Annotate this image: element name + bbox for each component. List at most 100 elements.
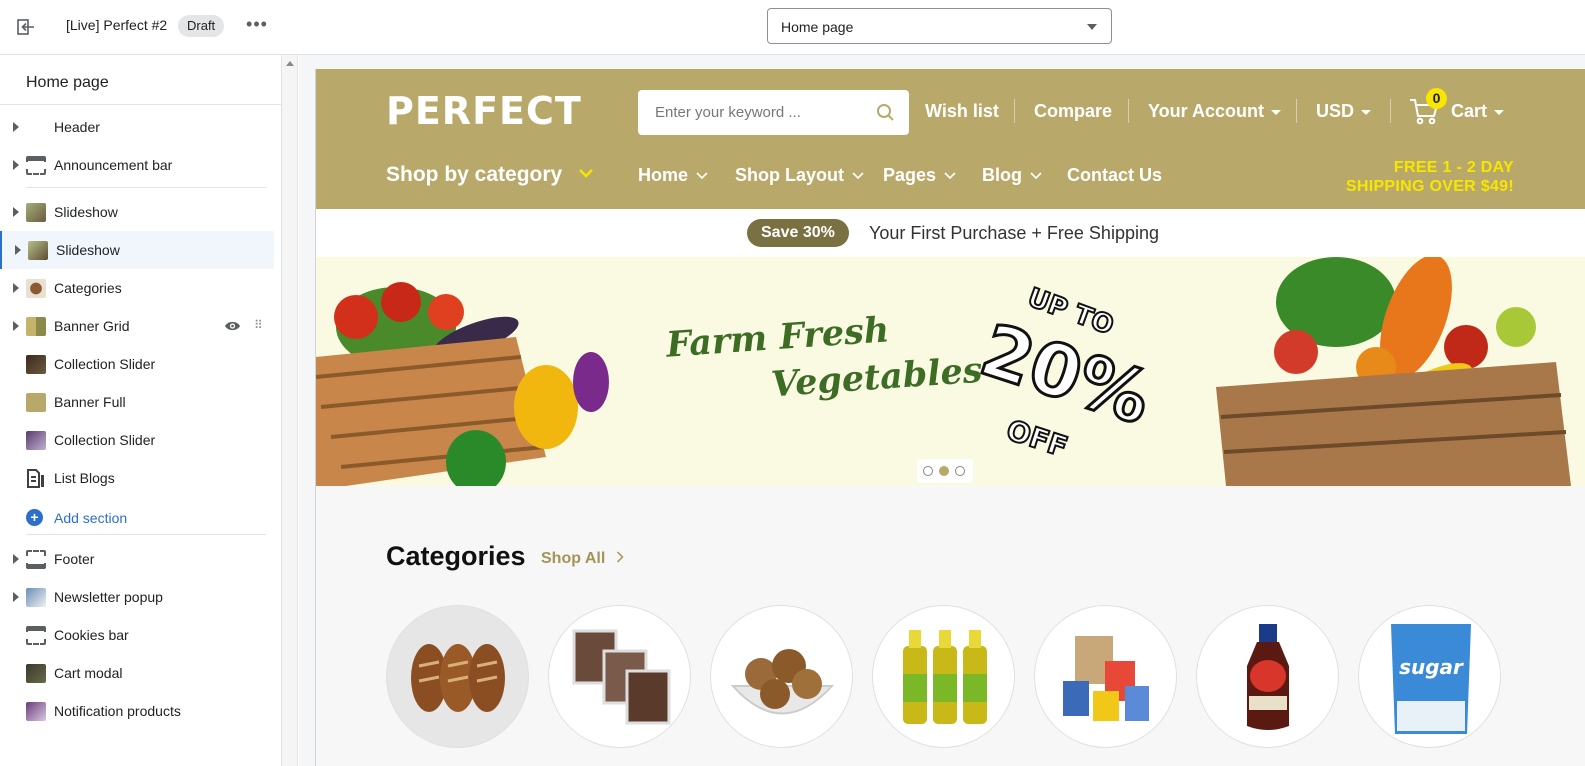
cart-label: Cart [1451, 101, 1488, 121]
collection-slider-thumbnail [26, 431, 46, 450]
sidebar-item-label: Announcement bar [54, 157, 173, 173]
slide-headline: Farm Fresh [664, 309, 891, 366]
shop-all-label: Shop All [541, 550, 606, 567]
sidebar-item-label: Banner Grid [54, 318, 130, 334]
sidebar-item-list-blogs[interactable]: List Blogs [0, 459, 274, 497]
expand-arrow-icon[interactable] [13, 207, 19, 217]
vegetable-crate-image [1216, 257, 1571, 486]
sidebar-item-newsletter-popup[interactable]: Newsletter popup [0, 578, 274, 616]
vegetable-basket-image [316, 282, 609, 486]
category-item-snacks[interactable] [548, 605, 691, 748]
account-menu[interactable]: Your Account [1148, 101, 1281, 122]
promo-text: OFF [1001, 412, 1072, 465]
category-item-oil[interactable] [872, 605, 1015, 748]
nav-label: Shop Layout [735, 165, 844, 185]
sidebar-item-slideshow[interactable]: Slideshow [0, 193, 274, 231]
nav-blog[interactable]: Blog [982, 165, 1042, 186]
slide-dot[interactable] [955, 466, 965, 476]
divider [1128, 99, 1129, 123]
sidebar-item-notification-products[interactable]: Notification products [0, 692, 274, 730]
expand-arrow-icon[interactable] [13, 554, 19, 564]
sidebar-item-label: Slideshow [56, 242, 120, 258]
exit-editor-button[interactable] [14, 16, 38, 38]
chevron-down-icon [852, 172, 864, 180]
category-item-nuts[interactable] [710, 605, 853, 748]
sidebar-item-label: Collection Slider [54, 432, 156, 448]
sidebar-item-label: Header [54, 119, 100, 135]
expand-arrow-icon[interactable] [13, 160, 19, 170]
currency-selector[interactable]: USD [1316, 101, 1372, 122]
packaged-food-image [1063, 636, 1149, 721]
divider [1014, 99, 1015, 123]
nav-label: Contact Us [1067, 165, 1163, 185]
page-selector[interactable]: Home page [767, 8, 1112, 44]
divider [26, 534, 266, 535]
divider [0, 104, 282, 105]
sidebar-item-cart-modal[interactable]: Cart modal [0, 654, 274, 692]
search-input[interactable] [638, 90, 868, 135]
drag-handle-icon[interactable]: ⠿ [254, 319, 263, 331]
chevron-down-icon [1030, 172, 1042, 180]
nav-shop-layout[interactable]: Shop Layout [735, 165, 864, 186]
search-icon[interactable] [876, 103, 895, 122]
sidebar-item-banner-grid[interactable]: Banner Grid ⠿ [0, 307, 274, 345]
sugar-bag-image: sugar [1391, 624, 1471, 734]
sauce-bottle-image [1247, 624, 1289, 730]
promo-value: 20% [970, 306, 1163, 442]
sidebar-scrollbar[interactable] [282, 55, 298, 766]
scroll-up-arrow-icon[interactable] [286, 61, 294, 66]
bread-image [411, 644, 505, 712]
nav-home[interactable]: Home [638, 165, 708, 186]
save-badge: Save 30% [747, 219, 849, 247]
sidebar-item-announcement-bar[interactable]: Announcement bar [0, 146, 274, 184]
sidebar-item-cookies-bar[interactable]: Cookies bar [0, 616, 274, 654]
sidebar-item-collection-slider-2[interactable]: Collection Slider [0, 421, 274, 459]
currency-label: USD [1316, 101, 1355, 121]
sidebar-item-slideshow-selected[interactable]: Slideshow [0, 231, 274, 269]
sidebar-item-collection-slider[interactable]: Collection Slider [0, 345, 274, 383]
slide-dot-active[interactable] [939, 466, 949, 476]
free-shipping-notice: FREE 1 - 2 DAY SHIPPING OVER $49! [1346, 158, 1514, 196]
shop-by-category-menu[interactable]: Shop by category [386, 163, 593, 187]
cart-modal-thumbnail [26, 664, 46, 683]
sidebar-item-footer[interactable]: Footer [0, 540, 274, 578]
expand-arrow-icon[interactable] [13, 122, 19, 132]
expand-arrow-icon[interactable] [13, 592, 19, 602]
expand-arrow-icon[interactable] [13, 321, 19, 331]
plus-circle-icon: + [26, 509, 43, 526]
account-label: Your Account [1148, 101, 1264, 121]
page-selector-value: Home page [781, 19, 854, 35]
expand-arrow-icon[interactable] [13, 283, 19, 293]
more-icon: ••• [246, 14, 268, 34]
divider [1390, 99, 1391, 123]
sidebar-item-categories[interactable]: Categories [0, 269, 274, 307]
wish-list-link[interactable]: Wish list [925, 101, 999, 122]
category-item-packaged[interactable] [1034, 605, 1177, 748]
sidebar-item-header[interactable]: Header [0, 108, 274, 146]
expand-arrow-icon[interactable] [15, 245, 21, 255]
slideshow-thumbnail [26, 203, 46, 222]
shop-by-category-label: Shop by category [386, 163, 563, 186]
store-logo[interactable]: PERFECT [386, 89, 582, 133]
visibility-eye-icon[interactable] [224, 320, 241, 332]
sections-sidebar: Home page Header Announcement bar Slides… [0, 55, 282, 766]
nav-contact-us[interactable]: Contact Us [1067, 165, 1162, 186]
banner-full-thumbnail [26, 393, 46, 412]
sidebar-item-banner-full[interactable]: Banner Full [0, 383, 274, 421]
compare-link[interactable]: Compare [1034, 101, 1112, 122]
category-item-sugar[interactable]: sugar [1358, 605, 1501, 748]
shop-all-link[interactable]: Shop All [541, 550, 624, 568]
nav-pages[interactable]: Pages [883, 165, 956, 186]
cart-menu[interactable]: Cart [1451, 101, 1505, 122]
divider [1296, 99, 1297, 123]
category-item-bread[interactable] [386, 605, 529, 748]
oil-bottles-image [903, 630, 987, 724]
announcement-bar: Save 30% Your First Purchase + Free Ship… [316, 209, 1585, 257]
category-item-sauces[interactable] [1196, 605, 1339, 748]
slideshow-banner[interactable]: Farm Fresh Vegetables UP TO 20% OFF [316, 257, 1585, 486]
exit-icon [17, 19, 34, 35]
cart-count-badge: 0 [1426, 88, 1447, 109]
sidebar-item-label: List Blogs [54, 470, 115, 486]
more-actions-button[interactable]: ••• [244, 14, 270, 38]
slide-dot[interactable] [923, 466, 933, 476]
